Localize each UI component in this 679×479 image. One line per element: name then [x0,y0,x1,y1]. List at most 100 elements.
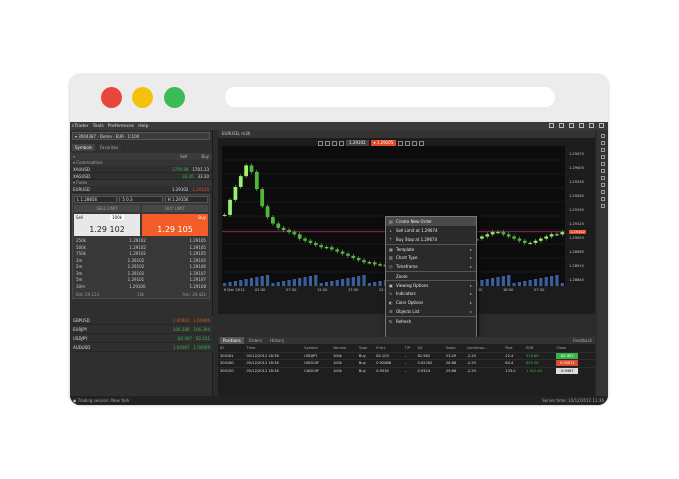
sell-limit-button[interactable]: SELL LIMIT [74,205,140,212]
symbol-row-eurusd[interactable]: EURUSD 1.29102 1.29105 [70,186,212,193]
symbol-row[interactable]: XAUUSD 1700.88 1701.13 [70,166,212,173]
sell-button[interactable]: Sell 100k 1.29 102 [74,214,140,236]
column-header[interactable]: T/P [403,344,416,352]
table-row[interactable]: 300181 05/12/2012 18:36 USDJPY 100k Buy 82.10… [218,351,595,360]
fibonacci-icon[interactable] [600,169,605,173]
close-position-button[interactable]: 0.9467 [556,368,579,374]
minimize-dot[interactable] [132,87,153,108]
column-header[interactable]: Symbol [302,344,331,352]
context-menu-item[interactable]: ⇣ Sell Limit at 1.29674 [386,226,476,235]
symbol-row[interactable]: GBPUSD 1.60902 1.60906 [70,316,213,325]
y-tick-label: 1.28915 [569,264,584,268]
context-menu-item[interactable]: ▤ Create New Order [386,217,476,226]
symbol-row[interactable]: EURJPY 106.388 106.394 [70,325,213,334]
context-menu-item[interactable]: ▦ Template ▸ [386,244,476,253]
channel-icon[interactable] [600,176,605,180]
column-header[interactable]: Swap [444,344,465,352]
menu-item[interactable]: Tools [93,124,104,129]
trendline-icon[interactable] [600,155,605,159]
grid-icon[interactable] [398,140,404,146]
tab-symbols[interactable]: Symbols [72,144,95,151]
horizontal-line-icon[interactable] [600,162,605,166]
quantity-field[interactable]: 5 0.3 [119,196,163,203]
context-menu-item[interactable]: ◐ Color Options ▸ [386,298,476,307]
menu-item-label: Zoom [396,274,408,279]
context-menu-item[interactable]: ∿ Indicators ▸ [386,289,476,298]
feedback-button[interactable]: Feedback [570,337,595,344]
menu-item[interactable]: cTrader [72,124,89,129]
maximize-dot[interactable] [164,87,185,108]
column-header[interactable]: Close [554,344,595,352]
volume-bar [512,283,516,286]
buy-price: 33.30 [197,174,209,179]
column-header[interactable]: S/L [415,344,443,352]
symbol-row[interactable]: XAGUSD 33.26 33.30 [70,173,212,180]
column-header[interactable]: Volume [331,344,357,352]
layout-icon[interactable] [549,123,554,128]
stop-loss-field[interactable]: L 1.28856 [74,196,118,203]
cross-icon[interactable] [600,148,605,152]
settings-icon[interactable] [569,123,574,128]
column-header[interactable]: EUR [524,344,554,352]
trade-panel: L 1.28856 5 0.3 H 1.29156 SELL LIMIT BUY… [72,194,210,299]
account-selector[interactable]: ▾ 3004387 · Demo · EUR · 1:100 [72,132,210,140]
tab-orders[interactable]: Orders [246,337,265,344]
minimize-icon[interactable] [579,123,584,128]
crosshair-icon[interactable] [325,140,330,146]
context-menu-item[interactable]: ☰ Objects List ▸ [386,307,476,316]
close-dot[interactable] [101,87,122,108]
context-menu-item[interactable]: ▣ Viewing Options ▸ [386,280,476,289]
column-header[interactable]: Type [357,344,374,352]
column-header[interactable]: Commissi... [465,344,504,352]
cell-sym: USDJPY [302,351,331,360]
column-header[interactable]: Time [245,344,303,352]
tab-favorites[interactable]: Favorites [96,144,122,151]
symbol-row[interactable]: AUDUSD 1.04067 1.04069 [70,343,213,352]
line-icon[interactable] [339,140,344,146]
tab-positions[interactable]: Positions [220,337,244,344]
column-header[interactable]: ID [218,344,245,352]
close-icon[interactable] [599,123,604,128]
column-header[interactable]: Entry [374,344,402,352]
address-bar[interactable] [225,87,555,107]
volume-bar [501,276,505,286]
context-menu-item[interactable]: ⇡ Buy Stop at 1.29674 [386,235,476,244]
buy-limit-button[interactable]: BUY LIMIT [142,205,208,212]
context-menu-item[interactable]: Zoom [386,271,476,280]
close-position-button[interactable]: 82.407 [556,352,579,359]
restore-icon[interactable] [589,123,594,128]
table-row[interactable]: 300180 05/12/2012 18:36 USDCHF 100k Buy 0.926… [218,359,595,367]
context-menu-item[interactable]: ↻ Refresh [386,316,476,325]
camera-icon[interactable] [412,140,418,146]
indicator-icon[interactable] [405,140,411,146]
menu-item[interactable]: Help [138,124,148,129]
buy-button[interactable]: Buy 1.29 105 [142,214,208,236]
close-position-button[interactable]: 0.93012 [556,360,579,367]
volume-selector[interactable]: 100k [110,215,124,220]
tab-history[interactable]: History [267,337,287,344]
trash-icon[interactable] [600,204,605,208]
rectangle-icon[interactable] [600,190,605,194]
table-row[interactable]: 300150 05/12/2012 18:36 CADCHF 100k Buy 0.933… [218,366,595,375]
pointer-icon[interactable] [600,141,605,145]
chart-tab[interactable]: EURUSD, m30 [218,130,595,138]
text-icon[interactable] [600,183,605,187]
volume-bar [282,281,286,286]
context-menu-item[interactable]: ◷ Timeframe ▸ [386,262,476,271]
search-icon[interactable]: ⌕ [73,154,75,159]
volume-bar [523,281,527,286]
zoom-icon[interactable] [318,140,323,146]
y-tick-label: 1.29265 [569,194,584,198]
chart-context-menu: ▤ Create New Order ⇣ Sell Limit at 1.29674 ⇡… [385,216,477,343]
context-menu-item[interactable]: ▥ Chart Type ▸ [386,253,476,262]
column-header[interactable]: Pips [503,344,524,352]
candles-icon[interactable] [332,140,337,146]
menu-item[interactable]: Preferences [108,124,134,129]
pencil-icon[interactable] [600,197,605,201]
cell-sl: 0.9324 [415,366,444,375]
chart-icon[interactable] [559,123,564,128]
grid-icon[interactable] [600,134,605,138]
settings-icon[interactable] [419,140,425,146]
take-profit-field[interactable]: H 1.29156 [164,196,208,203]
symbol-row[interactable]: USDJPY 82.407 82.411 [70,334,213,343]
